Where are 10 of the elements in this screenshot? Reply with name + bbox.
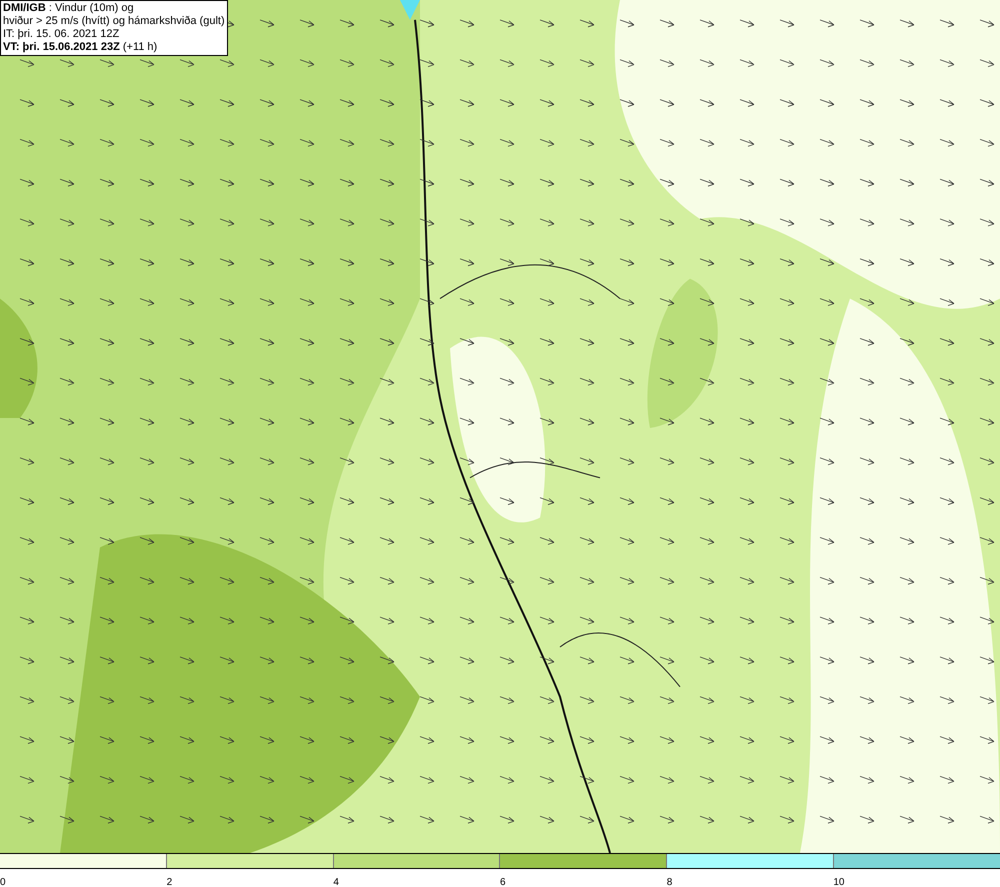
legend-label: 2 xyxy=(166,877,172,887)
info-text: hviður > 25 m/s (hvítt) og hámarkshviða (gult) xyxy=(3,15,225,28)
legend-label: 8 xyxy=(666,877,672,887)
legend-label: 6 xyxy=(500,877,506,887)
legend-label: 4 xyxy=(333,877,339,887)
info-text: VT: þri. 15.06.2021 23Z (+11 h) xyxy=(3,41,158,54)
info-text: DMI/IGB : Vindur (10m) og xyxy=(3,2,135,15)
legend-label: 0 xyxy=(0,877,6,887)
info-text: IT: þri. 15. 06. 2021 12Z xyxy=(3,28,120,41)
legend-label: 10 xyxy=(833,877,844,887)
